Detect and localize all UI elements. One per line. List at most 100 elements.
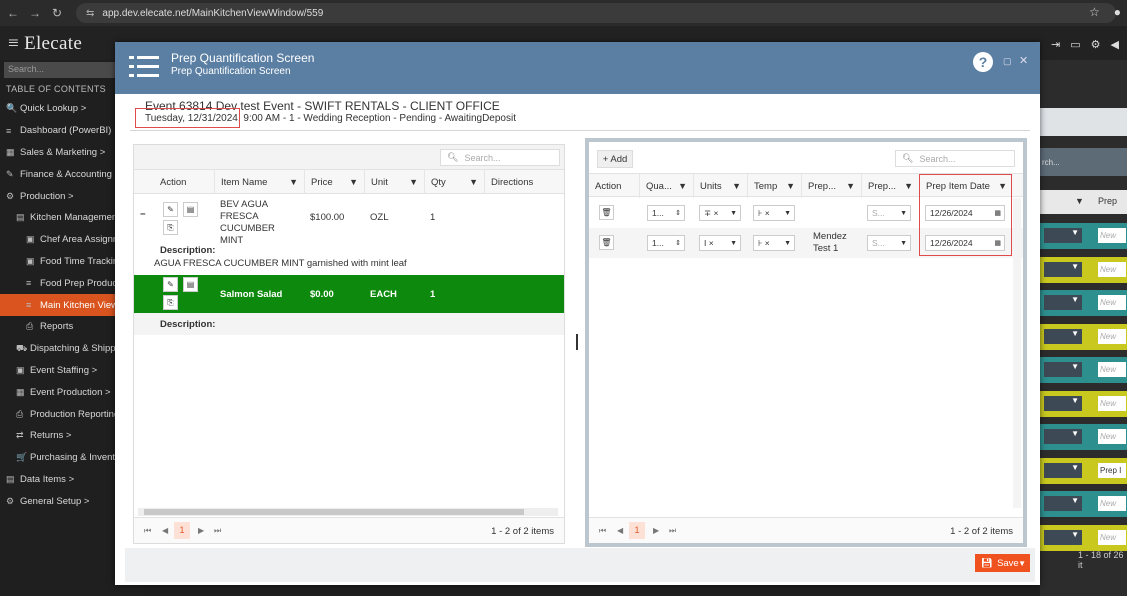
address-bar[interactable]: ⇆ app.dev.elecate.net/MainKitchenViewWin…	[76, 3, 1116, 23]
col-prep-by[interactable]: Prep... ▼	[801, 174, 861, 198]
first-page-icon[interactable]: ⏮	[144, 526, 151, 536]
last-page-icon[interactable]: ⏭	[669, 526, 676, 536]
close-icon[interactable]: ✕	[1019, 54, 1028, 67]
first-page-icon[interactable]: ⏮	[599, 526, 606, 536]
sidebar-item-label: Food Prep Producti	[40, 277, 122, 289]
edit-icon[interactable]: ✎	[163, 277, 178, 292]
last-page-icon[interactable]: ⏭	[214, 526, 221, 536]
col-quantity[interactable]: Qua... ▼	[639, 174, 693, 198]
col-prep-status[interactable]: Prep... ▼	[861, 174, 919, 198]
edit-icon[interactable]: ✎	[163, 202, 178, 217]
item-qty: 1	[430, 212, 436, 223]
sidebar-item-label: Reports	[40, 321, 74, 333]
sidebar-item-label: Kitchen Management	[30, 212, 120, 224]
filter-icon[interactable]: ▼	[678, 181, 687, 191]
background-row: ▼ New	[1040, 357, 1127, 383]
sidebar-item-label: Event Production >	[30, 386, 111, 398]
logout-icon[interactable]: ⇥	[1051, 38, 1060, 51]
background-row: ▼ New	[1040, 290, 1127, 316]
right-search-input[interactable]: 🔍︎ Search...	[895, 150, 1015, 167]
background-select: ▼	[1044, 362, 1082, 377]
background-pager-info: 1 - 18 of 26 it	[1078, 550, 1124, 570]
next-page-icon[interactable]: ▶	[653, 526, 659, 535]
quantity-stepper[interactable]: 1... ⇕	[647, 205, 685, 221]
table-row-selected[interactable]: − ✎ ▤ ⎘ Salmon Salad $0.00 EACH 1	[134, 275, 564, 313]
background-new-input: New	[1098, 529, 1126, 545]
units-select[interactable]: ∓ × ▼	[699, 205, 741, 221]
prep-quantification-modal: Prep Quantification Screen Prep Quantifi…	[115, 42, 1040, 585]
filter-icon[interactable]: ▼	[469, 177, 478, 187]
next-page-icon[interactable]: ▶	[198, 526, 204, 535]
copy-icon[interactable]: ⎘	[163, 295, 178, 310]
col-directions[interactable]: Directions	[484, 170, 564, 194]
quantity-stepper[interactable]: 1... ⇕	[647, 235, 685, 251]
background-row: ▼ New	[1040, 256, 1127, 283]
back-icon[interactable]: ←	[4, 6, 22, 20]
bookmark-star-icon[interactable]: ☆	[1089, 5, 1100, 19]
maximize-icon[interactable]: ▢	[1003, 56, 1012, 67]
collapse-toggle[interactable]: −	[134, 289, 154, 300]
col-item-name[interactable]: Item Name ▼	[214, 170, 304, 194]
sidebar-item-label: Finance & Accounting	[20, 168, 112, 180]
sidebar-item-icon: ⇄	[16, 430, 24, 441]
sidebar-item-icon: ⛟	[16, 342, 28, 353]
background-new-input: New	[1098, 261, 1126, 277]
item-unit: OZL	[370, 212, 389, 223]
delete-icon[interactable]: 🗑︎	[599, 235, 614, 250]
event-details: 9:00 AM - 1 - Wedding Reception - Pendin…	[243, 113, 516, 124]
delete-icon[interactable]: 🗑︎	[599, 205, 614, 220]
window-icon[interactable]: ▭	[1070, 38, 1080, 51]
panel-splitter[interactable]	[576, 334, 578, 350]
prev-page-icon[interactable]: ◀	[617, 526, 623, 535]
vertical-scrollbar[interactable]	[1013, 198, 1021, 508]
col-temp[interactable]: Temp ▼	[747, 174, 801, 198]
col-units[interactable]: Units ▼	[693, 174, 747, 198]
horizontal-scrollbar[interactable]	[138, 508, 558, 516]
sidebar-item-label: Production >	[20, 190, 74, 202]
prev-page-icon[interactable]: ◀	[162, 526, 168, 535]
filter-icon[interactable]: ▼	[409, 177, 418, 187]
prep-status-select[interactable]: S... ▼	[867, 205, 911, 221]
header-icons: ⇥ ▭ ⚙ ◀	[1051, 38, 1119, 51]
app-logo[interactable]: ≡ Elecate	[8, 33, 82, 55]
sidebar-item-label: Chef Area Assignm	[40, 234, 121, 246]
sidebar-item-label: Returns >	[30, 430, 72, 442]
table-row[interactable]: − ✎ ▤ ⎘ BEV AGUA FRESCA CUCUMBER MINT $1…	[134, 195, 564, 246]
filter-icon[interactable]: ▼	[732, 181, 741, 191]
notes-icon[interactable]: ▤	[183, 202, 198, 217]
prep-status-select[interactable]: S... ▼	[867, 235, 911, 251]
temp-select[interactable]: ⊦ × ▼	[753, 235, 795, 251]
settings-icon[interactable]: ⚙	[1091, 38, 1101, 51]
profile-icon[interactable]: ●	[1114, 5, 1121, 19]
modal-header: Prep Quantification Screen Prep Quantifi…	[115, 42, 1040, 94]
left-grid-header: Action Item Name ▼ Price ▼ Unit ▼ Qty ▼ Dire…	[134, 170, 564, 194]
left-search-input[interactable]: 🔍︎ Search...	[440, 149, 560, 166]
filter-icon[interactable]: ▼	[904, 181, 913, 191]
modal-footer	[125, 548, 1035, 582]
announce-icon[interactable]: ◀	[1111, 38, 1119, 51]
chevron-down-icon[interactable]: ▼	[1018, 559, 1026, 568]
filter-icon[interactable]: ▼	[289, 177, 298, 187]
units-select[interactable]: I × ▼	[699, 235, 741, 251]
grid-toolbar: 🔍︎ Search...	[134, 145, 564, 170]
site-settings-icon[interactable]: ⇆	[86, 8, 94, 19]
col-price[interactable]: Price ▼	[304, 170, 364, 194]
item-price: $0.00	[310, 289, 334, 300]
temp-select[interactable]: ⊦ × ▼	[753, 205, 795, 221]
add-button[interactable]: + Add	[597, 150, 633, 168]
filter-icon[interactable]: ▼	[349, 177, 358, 187]
save-button[interactable]: 💾︎ Save ▼	[975, 554, 1030, 572]
col-unit[interactable]: Unit ▼	[364, 170, 424, 194]
collapse-toggle[interactable]: −	[134, 209, 154, 220]
copy-icon[interactable]: ⎘	[163, 220, 178, 235]
filter-icon[interactable]: ▼	[786, 181, 795, 191]
reload-icon[interactable]: ↻	[48, 6, 66, 20]
help-button[interactable]: ?	[973, 52, 993, 72]
forward-icon[interactable]: →	[26, 6, 44, 20]
notes-icon[interactable]: ▤	[183, 277, 198, 292]
current-page[interactable]: 1	[174, 522, 190, 539]
col-qty[interactable]: Qty ▼	[424, 170, 484, 194]
current-page[interactable]: 1	[629, 522, 645, 539]
background-select: ▼	[1044, 395, 1082, 411]
filter-icon[interactable]: ▼	[846, 181, 855, 191]
